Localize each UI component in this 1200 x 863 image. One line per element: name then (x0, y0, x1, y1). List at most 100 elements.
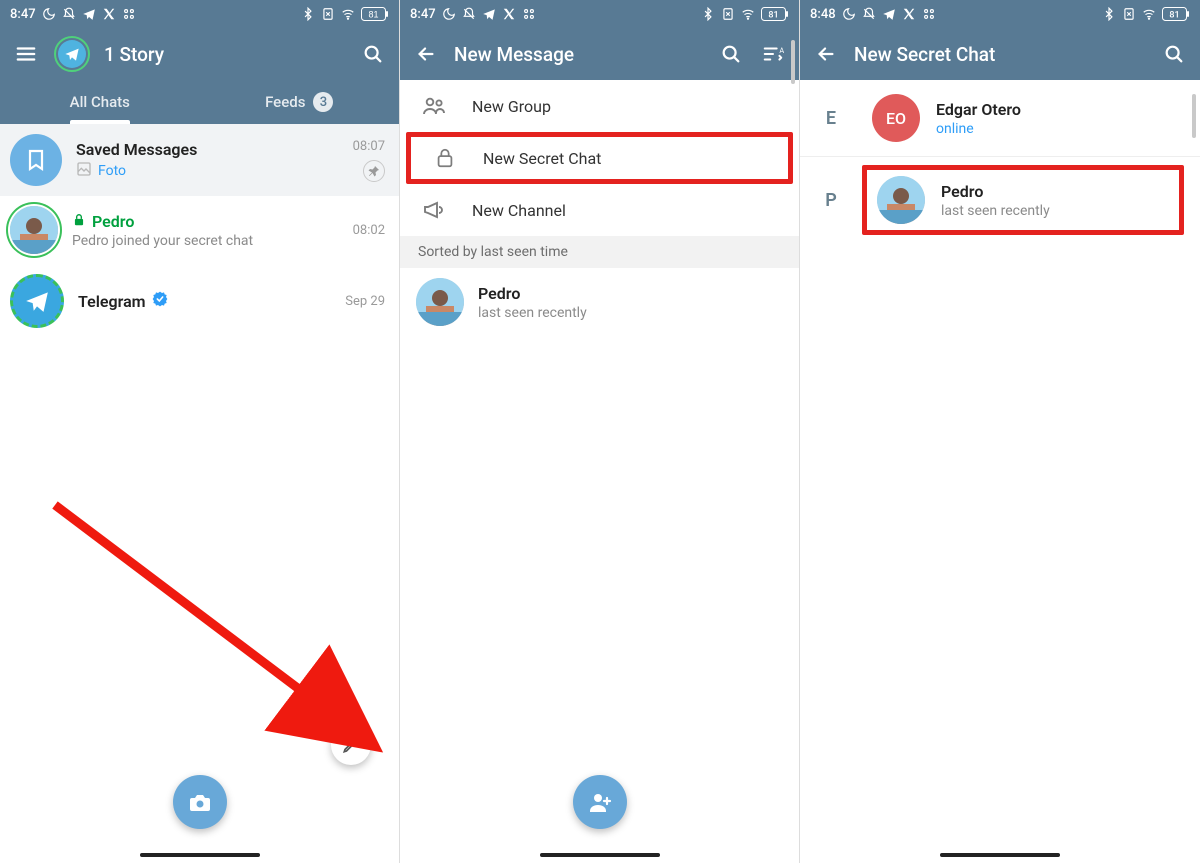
bluetooth-icon (701, 7, 715, 21)
search-button[interactable] (1160, 40, 1188, 68)
telegram-status-icon (82, 7, 96, 21)
svg-text:81: 81 (1169, 11, 1179, 21)
tab-label: All Chats (70, 93, 130, 111)
search-button[interactable] (717, 40, 745, 68)
tab-label: Feeds (265, 93, 305, 111)
chat-name: Pedro (92, 212, 134, 231)
back-button[interactable] (812, 40, 840, 68)
chat-row-pedro[interactable]: Pedro Pedro joined your secret chat 08:0… (0, 196, 399, 264)
chat-row-telegram[interactable]: Telegram Sep 29 (0, 264, 399, 338)
chat-time: Sep 29 (345, 294, 385, 309)
menu-button[interactable] (12, 40, 40, 68)
battery-icon: 81 (761, 7, 789, 21)
tab-all-chats[interactable]: All Chats (0, 80, 200, 124)
lock-icon (72, 212, 86, 231)
contact-row-pedro[interactable]: Pedro last seen recently (862, 165, 1184, 235)
header-title: New Message (454, 43, 703, 66)
wifi-icon (1142, 7, 1156, 21)
group-icon (422, 94, 446, 118)
app-status-icon (122, 7, 136, 21)
header: New Message A (400, 28, 799, 80)
header-title[interactable]: 1 Story (104, 43, 345, 66)
avatar (10, 206, 58, 254)
option-label: New Group (472, 97, 551, 116)
contact-section-e: E EO Edgar Otero online (800, 80, 1200, 156)
dnd-icon (862, 7, 876, 21)
contact-row-edgar[interactable]: EO Edgar Otero online (862, 88, 1184, 148)
back-button[interactable] (412, 40, 440, 68)
option-new-secret-chat[interactable]: New Secret Chat (406, 132, 793, 184)
status-bar: 8:48 81 (800, 0, 1200, 28)
chat-time: 08:02 (353, 223, 385, 238)
nosim-icon (721, 7, 735, 21)
sort-button[interactable]: A (759, 40, 787, 68)
option-label: New Secret Chat (483, 149, 601, 168)
camera-button[interactable] (173, 775, 227, 829)
status-bar: 8:47 81 (0, 0, 399, 28)
add-contact-button[interactable] (573, 775, 627, 829)
moon-icon (842, 7, 856, 21)
contact-status: online (936, 121, 1174, 137)
x-status-icon (102, 7, 116, 21)
feeds-badge: 3 (313, 92, 333, 112)
pin-icon (363, 160, 385, 182)
contact-name: Edgar Otero (936, 100, 1174, 119)
chat-sub: Pedro joined your secret chat (72, 233, 339, 249)
home-indicator (540, 853, 660, 857)
contact-name: Pedro (941, 182, 1169, 201)
scrollbar[interactable] (1192, 94, 1196, 138)
home-indicator (940, 853, 1060, 857)
chat-time: 08:07 (353, 139, 385, 154)
avatar: EO (872, 94, 920, 142)
scrollbar[interactable] (791, 40, 795, 84)
contact-section-p: P Pedro last seen recently (800, 157, 1200, 243)
moon-icon (442, 7, 456, 21)
x-status-icon (502, 7, 516, 21)
chat-name: Saved Messages (76, 140, 197, 159)
screen-new-message: 8:47 81 New Message A (400, 0, 800, 863)
header-title: New Secret Chat (854, 43, 1146, 66)
chat-list: Saved Messages Foto 08:07 (0, 124, 399, 338)
battery-icon: 81 (1162, 7, 1190, 21)
bluetooth-icon (301, 7, 315, 21)
chat-row-saved-messages[interactable]: Saved Messages Foto 08:07 (0, 124, 399, 196)
telegram-status-icon (882, 7, 896, 21)
option-new-group[interactable]: New Group (400, 80, 799, 132)
dnd-icon (462, 7, 476, 21)
nosim-icon (321, 7, 335, 21)
bookmark-icon (10, 134, 62, 186)
photo-thumb-icon (76, 161, 92, 181)
option-new-channel[interactable]: New Channel (400, 184, 799, 236)
bluetooth-icon (1102, 7, 1116, 21)
chat-name: Telegram (78, 292, 146, 311)
verified-icon (152, 291, 168, 311)
contact-name: Pedro (478, 284, 783, 303)
contact-row-pedro[interactable]: Pedro last seen recently (400, 268, 799, 336)
svg-text:81: 81 (768, 11, 778, 21)
avatar (10, 274, 64, 328)
status-time: 8:47 (410, 7, 436, 22)
app-status-icon (922, 7, 936, 21)
status-time: 8:47 (10, 7, 36, 22)
story-avatar[interactable] (54, 36, 90, 72)
tabs: All Chats Feeds 3 (0, 80, 399, 124)
option-label: New Channel (472, 201, 566, 220)
megaphone-icon (422, 198, 446, 222)
sort-header: Sorted by last seen time (400, 236, 799, 268)
status-bar: 8:47 81 (400, 0, 799, 28)
plane-icon (24, 288, 50, 314)
nosim-icon (1122, 7, 1136, 21)
x-status-icon (902, 7, 916, 21)
compose-button[interactable] (331, 725, 371, 765)
tab-feeds[interactable]: Feeds 3 (200, 80, 400, 124)
contact-status: last seen recently (941, 203, 1169, 219)
status-time: 8:48 (810, 7, 836, 22)
contact-status: last seen recently (478, 305, 783, 321)
chat-sub: Foto (98, 163, 126, 179)
avatar (416, 278, 464, 326)
screen-home: 8:47 81 1 Story (0, 0, 400, 863)
plane-icon (64, 46, 80, 62)
moon-icon (42, 7, 56, 21)
header: New Secret Chat (800, 28, 1200, 80)
search-button[interactable] (359, 40, 387, 68)
